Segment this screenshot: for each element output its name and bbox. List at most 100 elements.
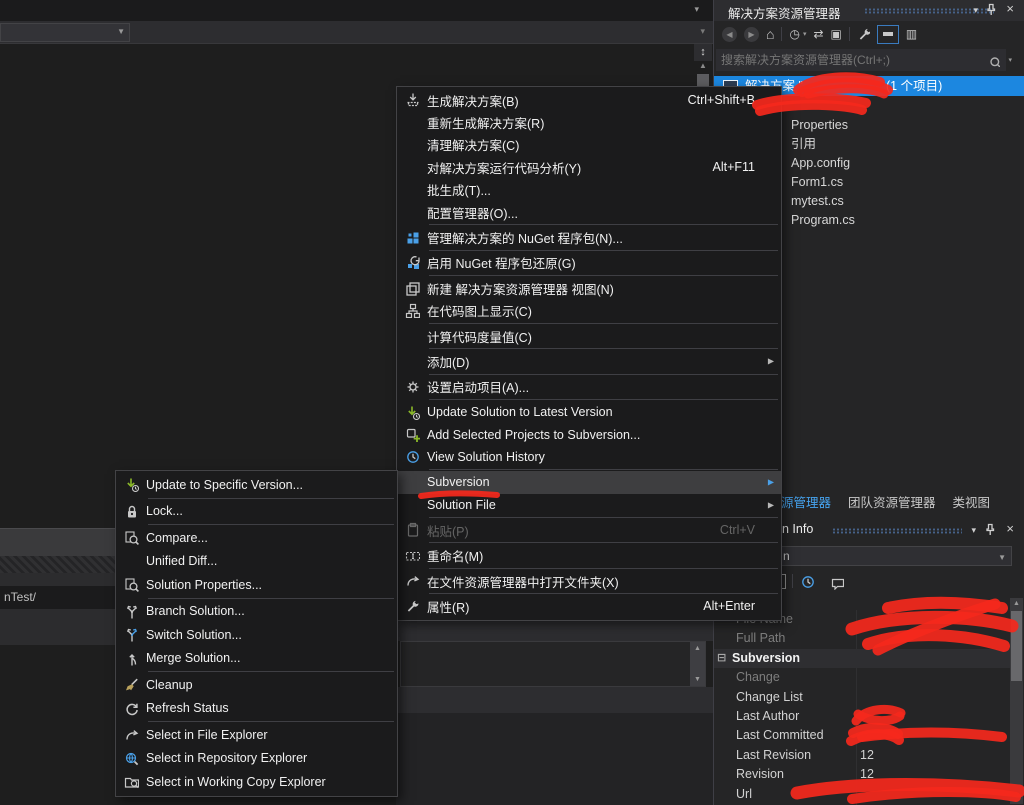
- branch-icon: [116, 602, 146, 620]
- scrollbar-thumb[interactable]: [1011, 611, 1022, 681]
- menu-item-update-solution-latest[interactable]: Update Solution to Latest Version: [397, 401, 781, 423]
- pending-changes-filter-icon[interactable]: ◷: [789, 27, 799, 42]
- chevron-down-icon[interactable]: ▾: [803, 30, 807, 38]
- submenu-item-select-in-repository-explorer[interactable]: Select in Repository Explorer: [116, 747, 397, 771]
- search-icon[interactable]: [988, 52, 1000, 70]
- tab-solution-explorer[interactable]: 源管理器: [781, 492, 831, 511]
- submenu-item-cleanup[interactable]: Cleanup: [116, 673, 397, 697]
- menu-item-configuration-manager[interactable]: 配置管理器(O)...: [397, 201, 781, 223]
- grid-row-last-committed[interactable]: Last Committed: [714, 726, 1010, 745]
- submenu-arrow-icon: ▶: [768, 500, 774, 509]
- window-position-chevron-icon[interactable]: ▾: [973, 5, 978, 16]
- grid-row-change[interactable]: Change: [714, 668, 1010, 687]
- grid-scrollbar[interactable]: ▲: [1010, 598, 1023, 804]
- submenu-item-lock[interactable]: Lock...: [116, 500, 397, 524]
- scroll-up-icon[interactable]: ▲: [1010, 600, 1023, 607]
- menu-item-build-solution[interactable]: 生成解决方案(B)Ctrl+Shift+B: [397, 89, 781, 111]
- menu-item-show-on-code-map[interactable]: 在代码图上显示(C): [397, 300, 781, 322]
- back-icon[interactable]: ◀: [722, 27, 737, 42]
- submenu-item-select-in-file-explorer[interactable]: Select in File Explorer: [116, 723, 397, 747]
- collapse-all-icon[interactable]: ▣: [831, 27, 842, 42]
- menu-item-open-folder-in-file-explorer[interactable]: 在文件资源管理器中打开文件夹(X): [397, 570, 781, 592]
- menu-item-subversion[interactable]: Subversion▶: [397, 471, 781, 493]
- build-icon: [397, 91, 427, 109]
- svn-properties-grid: File Name Full Path ⊟Subversion Change C…: [714, 610, 1010, 805]
- pin-icon[interactable]: [983, 2, 996, 15]
- submenu-item-branch-solution[interactable]: Branch Solution...: [116, 600, 397, 624]
- scroll-up-icon[interactable]: ▲: [690, 645, 705, 652]
- show-all-files-button[interactable]: [877, 25, 899, 44]
- menu-item-solution-file[interactable]: Solution File▶: [397, 494, 781, 516]
- toolbar-combobox[interactable]: ▼: [0, 23, 130, 42]
- grid-row-full-path[interactable]: Full Path: [714, 629, 1010, 648]
- menu-item-add[interactable]: 添加(D)▶: [397, 350, 781, 372]
- grid-row-change-list[interactable]: Change List: [714, 688, 1010, 707]
- toolbar-overflow-chevron-icon[interactable]: ▾: [700, 26, 705, 37]
- menu-item-view-solution-history[interactable]: View Solution History: [397, 446, 781, 468]
- menu-item-clean-solution[interactable]: 清理解决方案(C): [397, 134, 781, 156]
- svn-add-icon: [397, 426, 427, 444]
- submenu-item-select-in-working-copy-explorer[interactable]: Select in Working Copy Explorer: [116, 770, 397, 794]
- menu-item-set-startup-projects[interactable]: 设置启动项目(A)...: [397, 376, 781, 398]
- properties-wrench-icon[interactable]: [857, 25, 870, 43]
- search-input[interactable]: [716, 49, 1006, 71]
- history-icon[interactable]: [800, 573, 815, 591]
- editor-scrollbar-up-icon[interactable]: ▲: [696, 61, 710, 70]
- menu-item-rebuild-solution[interactable]: 重新生成解决方案(R): [397, 111, 781, 133]
- menu-item-new-solution-explorer-view[interactable]: 新建 解决方案资源管理器 视图(N): [397, 277, 781, 299]
- refresh-icon[interactable]: ⇄: [813, 27, 823, 42]
- menu-item-calculate-code-metrics[interactable]: 计算代码度量值(C): [397, 325, 781, 347]
- window-titlebar: ▾: [0, 0, 713, 21]
- tab-team-explorer[interactable]: 团队资源管理器: [848, 492, 936, 511]
- solution-label-suffix: (1 个项目): [886, 76, 942, 96]
- editor-split-handle-icon[interactable]: ↕: [694, 44, 712, 61]
- close-icon[interactable]: ×: [1006, 1, 1014, 16]
- collapse-box-icon[interactable]: ⊟: [717, 649, 726, 668]
- background-scrollbar[interactable]: ▲▼: [690, 642, 705, 686]
- forward-icon[interactable]: ▶: [744, 27, 759, 42]
- menu-item-manage-nuget[interactable]: 管理解决方案的 NuGet 程序包(N)...: [397, 226, 781, 248]
- history-icon: [397, 448, 427, 466]
- grid-row-last-revision[interactable]: Last Revision12: [714, 746, 1010, 765]
- comment-icon[interactable]: [830, 574, 844, 592]
- scroll-down-icon[interactable]: ▼: [690, 676, 705, 683]
- submenu-item-switch-solution[interactable]: Switch Solution...: [116, 623, 397, 647]
- chevron-down-icon: ▼: [998, 553, 1006, 562]
- menu-separator: [429, 250, 778, 251]
- nuget-restore-icon: [397, 254, 427, 272]
- toolbar-separator: [792, 574, 793, 588]
- grid-row-revision[interactable]: Revision12: [714, 765, 1010, 784]
- home-icon[interactable]: ⌂: [766, 27, 774, 42]
- sync-with-active-document-icon[interactable]: ▥: [906, 27, 917, 42]
- merge-icon: [116, 649, 146, 667]
- background-textarea: ▲▼: [400, 641, 706, 687]
- menu-item-run-code-analysis[interactable]: 对解决方案运行代码分析(Y)Alt+F11: [397, 156, 781, 178]
- menu-item-add-projects-to-subversion[interactable]: Add Selected Projects to Subversion...: [397, 423, 781, 445]
- submenu-item-refresh-status[interactable]: Refresh Status: [116, 697, 397, 721]
- grid-category-subversion[interactable]: ⊟Subversion: [714, 649, 1010, 668]
- submenu-item-unified-diff[interactable]: Unified Diff...: [116, 550, 397, 574]
- menu-separator: [429, 593, 778, 594]
- nuget-icon: [397, 229, 427, 247]
- window-position-chevron-icon[interactable]: ▾: [971, 525, 976, 536]
- toolbar-overflow-chevron-icon[interactable]: ▾: [694, 4, 699, 15]
- menu-item-properties[interactable]: 属性(R)Alt+Enter: [397, 595, 781, 617]
- tab-class-view[interactable]: 类视图: [953, 492, 991, 511]
- menu-item-rename[interactable]: 重命名(M): [397, 544, 781, 566]
- submenu-item-solution-properties[interactable]: Solution Properties...: [116, 573, 397, 597]
- grid-row-url[interactable]: Url: [714, 785, 1010, 804]
- solution-explorer-header[interactable]: 解决方案资源管理器 ▾ ×: [714, 0, 1024, 21]
- close-icon[interactable]: ×: [1006, 521, 1014, 536]
- menu-item-enable-nuget-restore[interactable]: 启用 NuGet 程序包还原(G): [397, 252, 781, 274]
- submenu-item-compare[interactable]: Compare...: [116, 526, 397, 550]
- grid-row-last-author[interactable]: Last Author: [714, 707, 1010, 726]
- search-options-chevron-icon[interactable]: ▾: [1008, 56, 1012, 64]
- submenu-item-merge-solution[interactable]: Merge Solution...: [116, 647, 397, 671]
- menu-separator: [429, 517, 778, 518]
- submenu-item-update-specific-version[interactable]: Update to Specific Version...: [116, 473, 397, 497]
- pin-icon[interactable]: [982, 522, 995, 535]
- background-panel-strip: [396, 687, 713, 714]
- menu-item-batch-build[interactable]: 批生成(T)...: [397, 179, 781, 201]
- subversion-submenu: Update to Specific Version... Lock... Co…: [115, 470, 398, 797]
- panel-title: 解决方案资源管理器: [728, 3, 841, 22]
